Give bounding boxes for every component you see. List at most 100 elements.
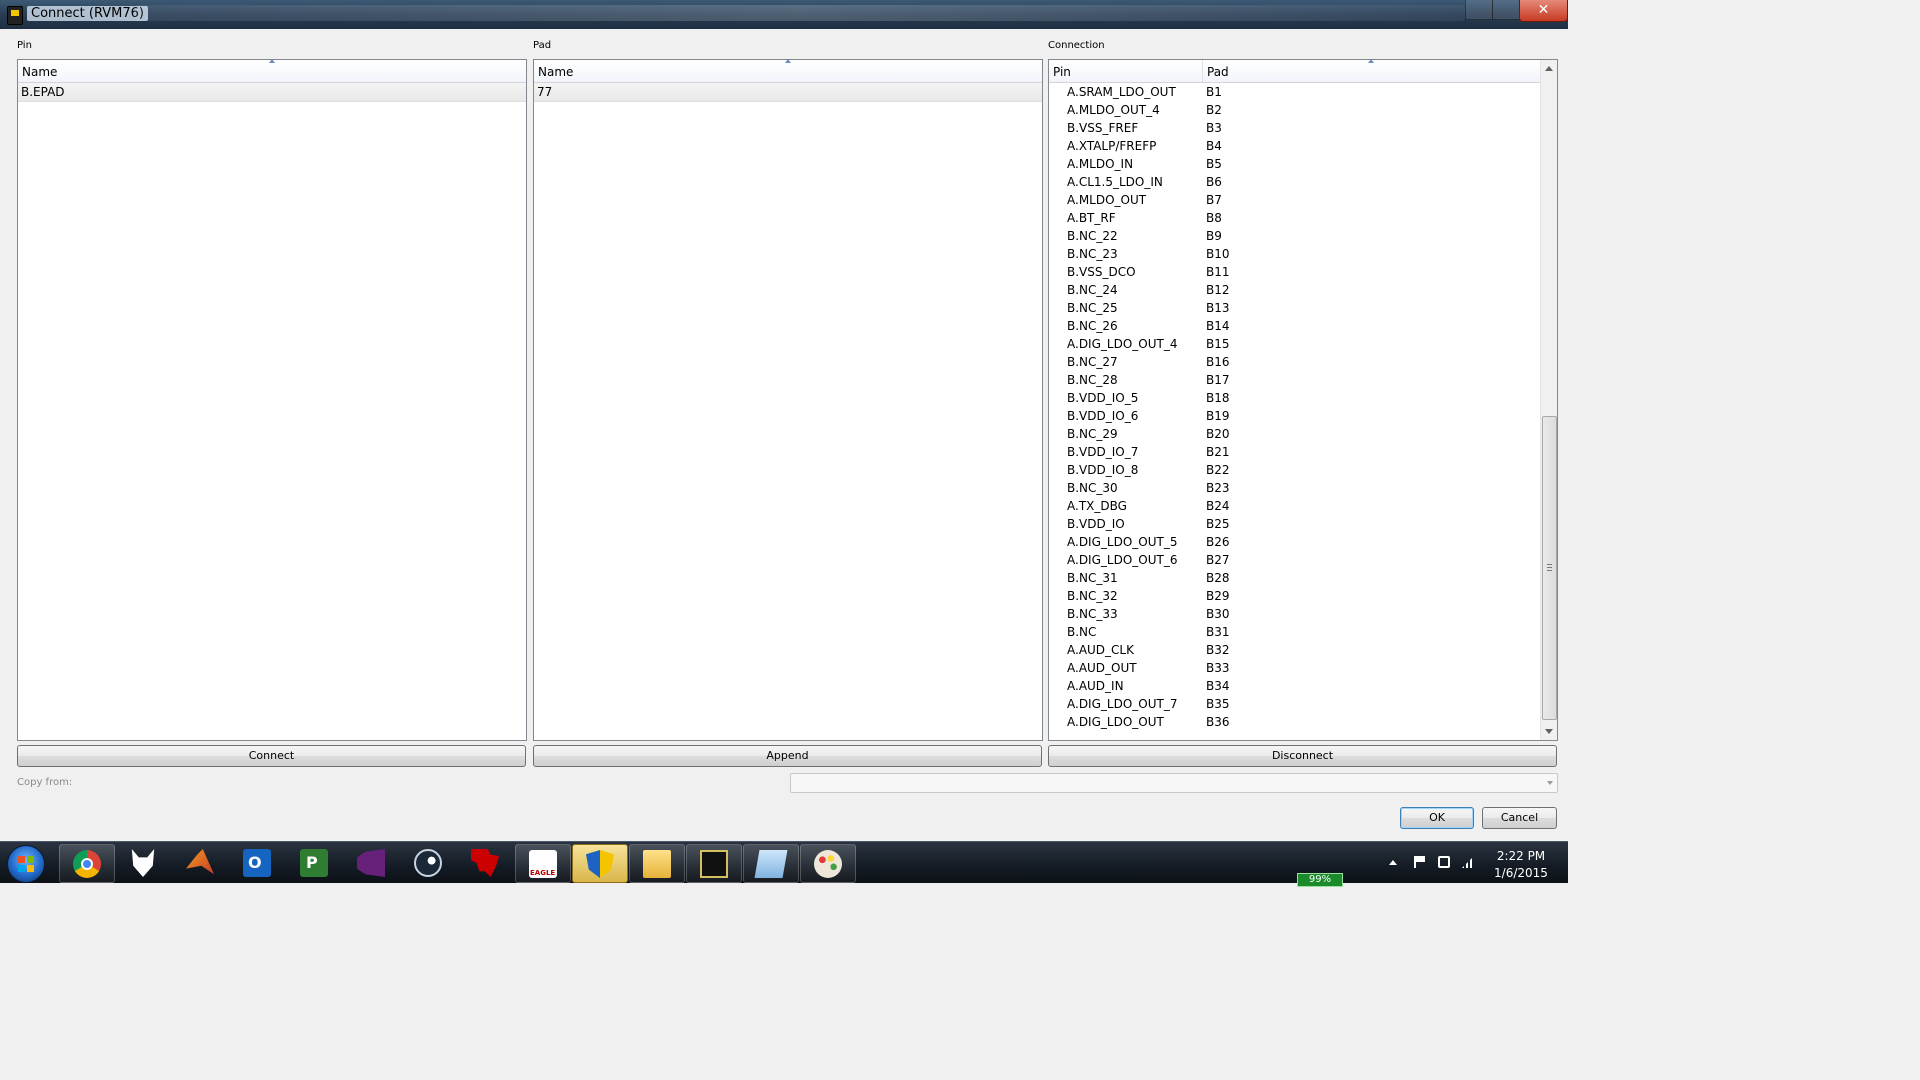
taskbar-outlook[interactable] [230,844,284,881]
connection-row[interactable]: A.MLDO_OUT_4 B2 [1049,101,1541,119]
connection-pad-cell: B31 [1206,625,1230,639]
connection-row[interactable]: B.VDD_IO_8 B22 [1049,461,1541,479]
connection-row[interactable]: B.VDD_IO_6 B19 [1049,407,1541,425]
connection-row[interactable]: B.VSS_DCO B11 [1049,263,1541,281]
connection-row[interactable]: A.CL1.5_LDO_IN B6 [1049,173,1541,191]
cancel-button[interactable]: Cancel [1482,807,1557,829]
taskbar-chrome[interactable] [59,844,115,883]
connection-row[interactable]: A.AUD_OUT B33 [1049,659,1541,677]
show-hidden-icons-icon[interactable] [1389,860,1397,865]
connection-row[interactable]: B.VDD_IO_7 B21 [1049,443,1541,461]
pad-list-row[interactable]: 77 [534,83,1042,102]
connection-list[interactable]: Pin Pad A.SRAM_LDO_OUT B1 A.MLDO_OUT_4 B2 B.… [1048,59,1558,741]
copy-from-dropdown[interactable] [790,773,1558,793]
connection-pad-cell: B14 [1206,319,1230,333]
connection-scrollbar[interactable] [1540,60,1557,740]
pad-list-header[interactable]: Name [534,60,1042,83]
connection-row[interactable]: A.DIG_LDO_OUT_4 B15 [1049,335,1541,353]
connection-pin-cell: B.VDD_IO [1067,517,1125,531]
connection-row[interactable]: B.NC_32 B29 [1049,587,1541,605]
connection-row[interactable]: A.MLDO_IN B5 [1049,155,1541,173]
column-divider[interactable] [1202,60,1203,82]
connection-row[interactable]: A.AUD_CLK B32 [1049,641,1541,659]
start-button[interactable] [7,845,45,883]
taskbar-visual-studio[interactable] [344,844,398,881]
connection-row[interactable]: B.NC_29 B20 [1049,425,1541,443]
connection-row[interactable]: B.VDD_IO_5 B18 [1049,389,1541,407]
append-button[interactable]: Append [533,745,1042,767]
connection-row[interactable]: B.NC_30 B23 [1049,479,1541,497]
connection-pad-cell: B20 [1206,427,1230,441]
connection-row[interactable]: A.AUD_IN B34 [1049,677,1541,695]
connection-pad-column-header[interactable]: Pad [1207,65,1229,79]
action-center-flag-icon[interactable] [1414,856,1426,868]
connection-row[interactable]: B.NC_26 B14 [1049,317,1541,335]
connection-row[interactable]: B.NC_24 B12 [1049,281,1541,299]
pin-list-header[interactable]: Name [18,60,526,83]
power-icon[interactable] [1438,856,1450,868]
taskbar-shield[interactable] [572,844,628,883]
taskbar-steam[interactable] [401,844,455,881]
connection-pad-cell: B19 [1206,409,1230,423]
scroll-down-arrow-icon[interactable] [1545,729,1553,734]
taskbar-notepad[interactable] [743,844,799,883]
taskbar-project[interactable] [287,844,341,881]
minimize-button[interactable] [1465,0,1493,20]
disconnect-button[interactable]: Disconnect [1048,745,1557,767]
connection-row[interactable]: B.NC B31 [1049,623,1541,641]
pad-name-cell: 77 [537,85,553,99]
connection-row[interactable]: A.DIG_LDO_OUT B36 [1049,713,1541,731]
scrollbar-thumb[interactable] [1542,416,1557,720]
connection-row[interactable]: B.NC_25 B13 [1049,299,1541,317]
connection-row[interactable]: B.VSS_FREF B3 [1049,119,1541,137]
connection-pin-cell: B.VSS_FREF [1067,121,1139,135]
window-title: Connect (RVM76) [27,6,149,21]
connection-pin-cell: B.VDD_IO_8 [1067,463,1139,477]
connection-row[interactable]: B.NC_33 B30 [1049,605,1541,623]
connection-pin-cell: A.AUD_OUT [1067,661,1137,675]
connection-row[interactable]: A.TX_DBG B24 [1049,497,1541,515]
close-button[interactable]: ✕ [1519,0,1568,22]
connection-pin-cell: A.CL1.5_LDO_IN [1067,175,1163,189]
pad-list[interactable]: Name 77 [533,59,1043,741]
connection-pad-cell: B30 [1206,607,1230,621]
maximize-button[interactable] [1492,0,1520,20]
taskbar-fox[interactable] [116,844,170,881]
connection-row[interactable]: B.NC_28 B17 [1049,371,1541,389]
connection-row[interactable]: B.VDD_IO B25 [1049,515,1541,533]
connection-pin-cell: B.NC_25 [1067,301,1118,315]
connection-row[interactable]: B.NC_22 B9 [1049,227,1541,245]
pin-name-column-header[interactable]: Name [22,65,57,79]
connect-button[interactable]: Connect [17,745,526,767]
connection-row[interactable]: A.DIG_LDO_OUT_6 B27 [1049,551,1541,569]
taskbar-eagle[interactable] [515,844,571,883]
clock-date[interactable]: 1/6/2015 [1488,866,1554,880]
chevron-down-icon [1547,781,1553,785]
scroll-up-arrow-icon[interactable] [1545,66,1553,71]
taskbar-folder[interactable] [629,844,685,883]
pad-name-column-header[interactable]: Name [538,65,573,79]
shield-icon [586,850,614,878]
taskbar-ti[interactable] [458,844,512,881]
connection-row[interactable]: A.XTALP/FREFP B4 [1049,137,1541,155]
pin-list-row[interactable]: B.EPAD [18,83,526,102]
battery-indicator[interactable]: 99% [1297,873,1343,887]
ok-button[interactable]: OK [1400,807,1474,829]
blurred-parent-title [135,5,1465,21]
connection-row[interactable]: A.BT_RF B8 [1049,209,1541,227]
network-signal-icon[interactable] [1462,856,1474,868]
connection-row[interactable]: A.MLDO_OUT B7 [1049,191,1541,209]
connection-pin-column-header[interactable]: Pin [1053,65,1071,79]
connection-row[interactable]: B.NC_31 B28 [1049,569,1541,587]
connection-row[interactable]: A.DIG_LDO_OUT_7 B35 [1049,695,1541,713]
pin-list[interactable]: Name B.EPAD [17,59,527,741]
connection-row[interactable]: B.NC_23 B10 [1049,245,1541,263]
connection-row[interactable]: A.SRAM_LDO_OUT B1 [1049,83,1541,101]
connection-list-header[interactable]: Pin Pad [1049,60,1541,83]
taskbar-pcb[interactable] [686,844,742,883]
taskbar-matlab[interactable] [173,844,227,881]
clock-time[interactable]: 2:22 PM [1488,849,1554,863]
taskbar-paint[interactable] [800,844,856,883]
connection-row[interactable]: B.NC_27 B16 [1049,353,1541,371]
connection-row[interactable]: A.DIG_LDO_OUT_5 B26 [1049,533,1541,551]
